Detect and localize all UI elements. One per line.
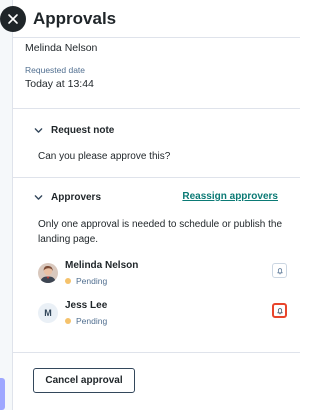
divider (13, 108, 300, 109)
status-dot (65, 318, 71, 324)
bell-icon (276, 307, 283, 314)
status-label: Pending (76, 316, 108, 326)
remind-button[interactable] (272, 263, 287, 278)
requester-name: Melinda Nelson (25, 42, 98, 54)
approvers-toggle[interactable]: Approvers (34, 192, 101, 203)
cancel-approval-button[interactable]: Cancel approval (33, 368, 135, 393)
chevron-down-icon (34, 195, 43, 200)
remind-button[interactable] (272, 303, 287, 318)
bell-icon (276, 267, 283, 274)
divider (13, 352, 300, 353)
panel-header: Approvals (0, 0, 300, 38)
status-label: Pending (76, 276, 108, 286)
approvers-note: Only one approval is needed to schedule … (38, 219, 283, 245)
avatar (38, 263, 58, 283)
requested-date-value: Today at 13:44 (25, 78, 94, 90)
person-photo-icon (38, 263, 58, 283)
reassign-approvers-link[interactable]: Reassign approvers (182, 191, 278, 202)
requested-date-label: Requested date (25, 65, 86, 75)
approver-name: Jess Lee (65, 300, 108, 311)
chevron-down-icon (34, 128, 43, 133)
background-tab (0, 378, 5, 410)
close-button[interactable] (0, 6, 26, 32)
status-badge: Pending (65, 276, 107, 286)
background-page-strip (0, 0, 13, 410)
divider (13, 177, 300, 178)
approvals-panel: Approvals Melinda Nelson Requested date … (0, 0, 300, 410)
status-dot (65, 278, 71, 284)
approver-name: Melinda Nelson (65, 260, 139, 271)
request-note-heading: Request note (51, 125, 115, 136)
approver-row: Melinda Nelson Pending (38, 260, 288, 290)
approver-row: M Jess Lee Pending (38, 300, 288, 330)
avatar: M (38, 303, 58, 323)
approvers-heading: Approvers (51, 192, 102, 203)
page-title: Approvals (33, 9, 117, 28)
request-note-text: Can you please approve this? (38, 151, 171, 162)
close-icon (8, 14, 18, 24)
request-note-toggle[interactable]: Request note (34, 125, 114, 136)
status-badge: Pending (65, 316, 107, 326)
